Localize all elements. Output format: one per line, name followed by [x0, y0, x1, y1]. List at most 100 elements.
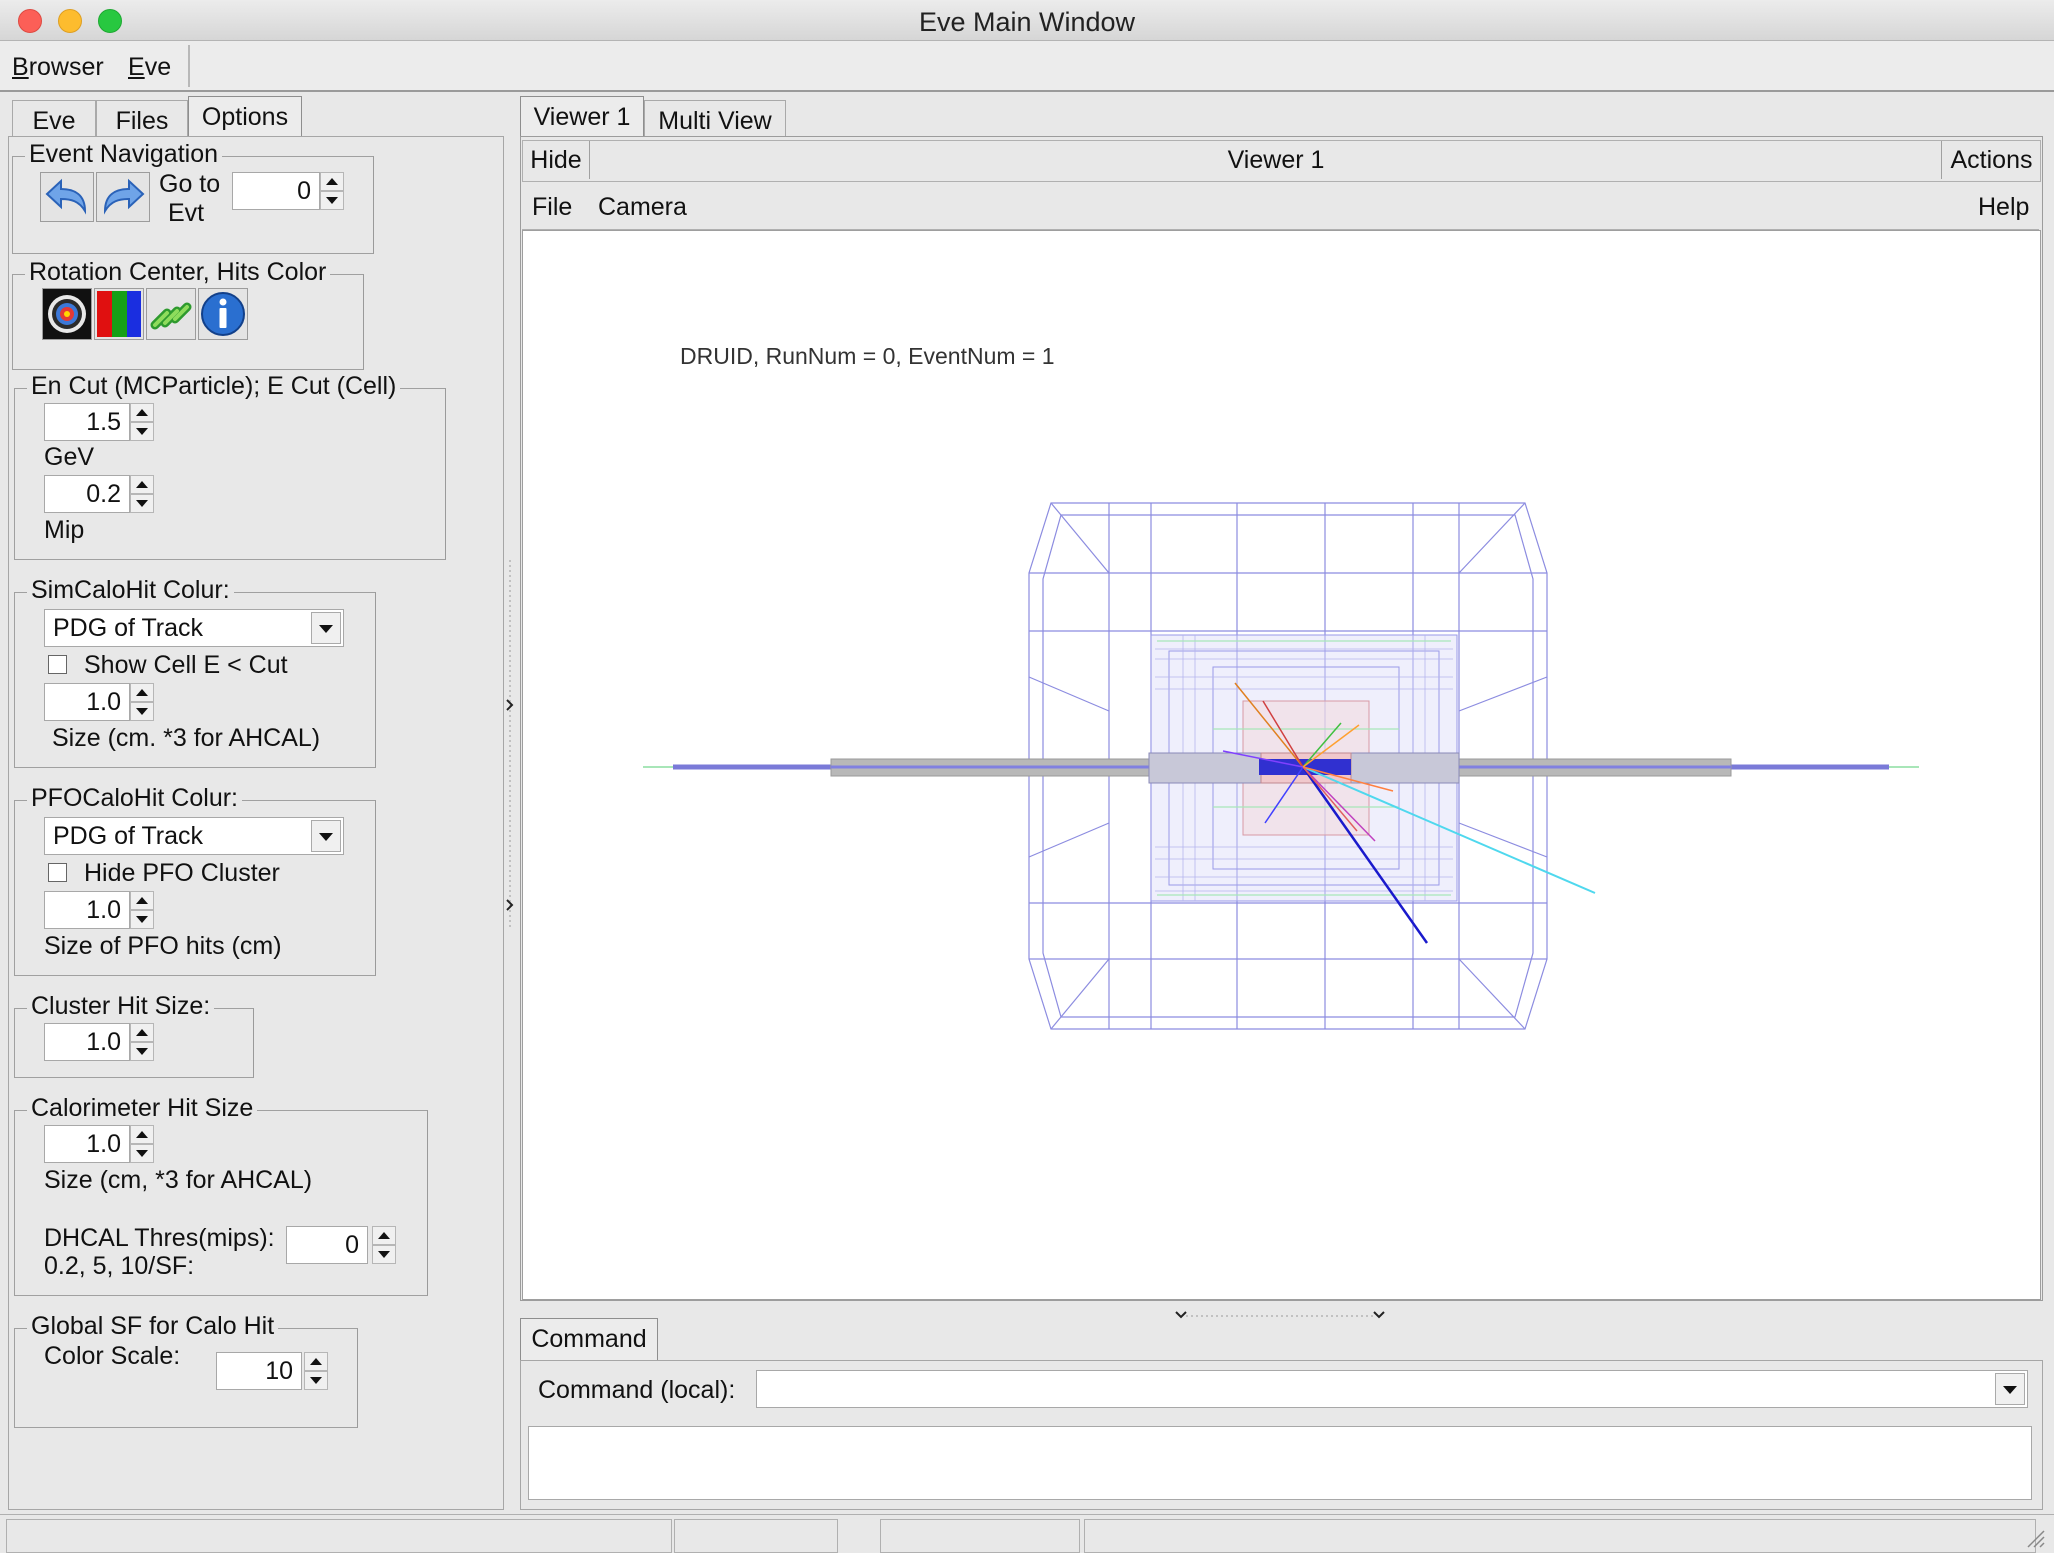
cluster-hit-size-stepper[interactable]	[130, 1023, 154, 1061]
menu-eve-label: ve	[144, 53, 172, 81]
stepper-up-icon[interactable]	[130, 403, 154, 422]
stepper-up-icon[interactable]	[372, 1226, 396, 1245]
vertical-splitter[interactable]	[504, 140, 516, 1510]
gl-viewport[interactable]: DRUID, RunNum = 0, EventNum = 1	[522, 230, 2041, 1300]
chevron-down-icon[interactable]	[311, 820, 341, 852]
goto-event-stepper[interactable]	[320, 172, 344, 210]
rotation-center-button[interactable]	[42, 288, 92, 340]
pfo-hit-size-label: Size of PFO hits (cm)	[44, 932, 282, 960]
tab-multi-view[interactable]: Multi View	[644, 100, 786, 139]
menu-eve-mnemonic: E	[128, 53, 145, 81]
stepper-down-icon[interactable]	[304, 1371, 328, 1390]
stepper-up-icon[interactable]	[304, 1352, 328, 1371]
color-scale-stepper[interactable]	[304, 1352, 328, 1390]
info-button[interactable]	[198, 288, 248, 340]
stepper-up-icon[interactable]	[130, 1023, 154, 1042]
stepper-down-icon[interactable]	[130, 1042, 154, 1061]
command-output[interactable]	[528, 1426, 2032, 1500]
menu-browser[interactable]: Browser	[12, 53, 104, 82]
simcalohit-color-select[interactable]: PDG of Track	[44, 609, 344, 647]
menu-browser-mnemonic: B	[12, 53, 29, 81]
calorimeter-hit-size-title: Calorimeter Hit Size	[27, 1094, 258, 1123]
status-segment	[6, 1519, 672, 1553]
next-event-button[interactable]	[96, 172, 150, 222]
info-icon	[201, 292, 245, 336]
stepper-down-icon[interactable]	[130, 494, 154, 513]
calo-hit-size-value: 1.0	[86, 1130, 121, 1158]
chevron-down-icon[interactable]	[1995, 1373, 2025, 1405]
menu-file[interactable]: File	[532, 193, 572, 222]
stepper-down-icon[interactable]	[372, 1245, 396, 1264]
splitter-grip-icon	[1175, 1311, 1385, 1319]
global-sf-title: Global SF for Calo Hit	[27, 1312, 279, 1341]
menu-help[interactable]: Help	[1978, 193, 2029, 222]
stepper-up-icon[interactable]	[130, 891, 154, 910]
dhcal-threshold-stepper[interactable]	[372, 1226, 396, 1264]
simcalohit-size-stepper[interactable]	[130, 683, 154, 721]
title-bar: Eve Main Window	[0, 0, 2054, 41]
hide-button[interactable]: Hide	[523, 141, 590, 179]
calo-hit-size-field[interactable]: 1.0	[44, 1125, 130, 1163]
tab-command[interactable]: Command	[520, 1318, 658, 1361]
cell-energy-cut-field[interactable]: 0.2	[44, 475, 130, 513]
simcalohit-size-label: Size (cm. *3 for AHCAL)	[52, 724, 321, 752]
stepper-down-icon[interactable]	[130, 910, 154, 929]
command-input[interactable]	[756, 1370, 2028, 1408]
color-scale-field[interactable]: 10	[216, 1352, 302, 1390]
resize-grip-icon[interactable]	[2024, 1527, 2046, 1549]
actions-button[interactable]: Actions	[1941, 141, 2041, 179]
pfocalohit-title: PFOCaloHit Colur:	[27, 784, 242, 813]
hits-color-button[interactable]	[94, 288, 144, 340]
dhcal-threshold-field[interactable]: 0	[286, 1226, 368, 1264]
stepper-down-icon[interactable]	[130, 1144, 154, 1163]
stepper-down-icon[interactable]	[130, 422, 154, 441]
menu-browser-label: rowser	[28, 53, 104, 81]
stepper-down-icon[interactable]	[320, 191, 344, 210]
horizontal-splitter[interactable]	[1170, 1300, 1390, 1319]
simcalohit-title: SimCaloHit Colur:	[27, 576, 234, 605]
color-scale-label: Color Scale:	[44, 1342, 181, 1370]
stepper-up-icon[interactable]	[130, 1125, 154, 1144]
cell-energy-cut-value: 0.2	[86, 480, 121, 508]
pfo-hit-size-field[interactable]: 1.0	[44, 891, 130, 929]
viewer-title: Viewer 1	[1227, 146, 1325, 174]
previous-event-button[interactable]	[40, 172, 94, 222]
stepper-down-icon[interactable]	[130, 702, 154, 721]
status-bar	[0, 1514, 2054, 1553]
menu-camera[interactable]: Camera	[598, 193, 687, 222]
cell-energy-cut-stepper[interactable]	[130, 475, 154, 513]
calo-hit-size-stepper[interactable]	[130, 1125, 154, 1163]
hide-pfo-cluster-checkbox[interactable]	[48, 863, 67, 882]
green-link-icon	[150, 302, 192, 330]
tab-files[interactable]: Files	[96, 100, 188, 139]
stepper-up-icon[interactable]	[130, 475, 154, 494]
rgb-color-icon	[97, 291, 141, 337]
pfo-hit-size-stepper[interactable]	[130, 891, 154, 929]
dhcal-threshold-label: DHCAL Thres(mips):	[44, 1224, 275, 1252]
beam-pipe	[643, 752, 1919, 784]
simcalohit-size-value: 1.0	[86, 688, 121, 716]
cluster-hit-size-value: 1.0	[86, 1028, 121, 1056]
chevron-down-icon[interactable]	[311, 612, 341, 644]
energy-cut-stepper[interactable]	[130, 403, 154, 441]
goto-event-field[interactable]: 0	[232, 172, 320, 210]
goto-event-label-line2: Evt	[168, 199, 205, 227]
show-cell-checkbox[interactable]	[48, 655, 67, 674]
cluster-hit-size-field[interactable]: 1.0	[44, 1023, 130, 1061]
rotation-center-title: Rotation Center, Hits Color	[25, 258, 331, 287]
calo-hit-size-label: Size (cm, *3 for AHCAL)	[44, 1166, 313, 1194]
dhcal-threshold-value: 0	[345, 1231, 359, 1259]
tab-eve[interactable]: Eve	[12, 100, 96, 139]
stepper-up-icon[interactable]	[320, 172, 344, 191]
link-button[interactable]	[146, 288, 196, 340]
menu-eve[interactable]: Eve	[128, 53, 171, 82]
dhcal-threshold-values-label: 0.2, 5, 10/SF:	[44, 1252, 195, 1280]
tab-options[interactable]: Options	[188, 96, 302, 139]
stepper-up-icon[interactable]	[130, 683, 154, 702]
pfocalohit-color-select[interactable]: PDG of Track	[44, 817, 344, 855]
status-segment	[674, 1519, 838, 1553]
energy-cut-field[interactable]: 1.5	[44, 403, 130, 441]
tab-viewer-1[interactable]: Viewer 1	[520, 96, 644, 139]
simcalohit-size-field[interactable]: 1.0	[44, 683, 130, 721]
status-segment	[1084, 1519, 2036, 1553]
